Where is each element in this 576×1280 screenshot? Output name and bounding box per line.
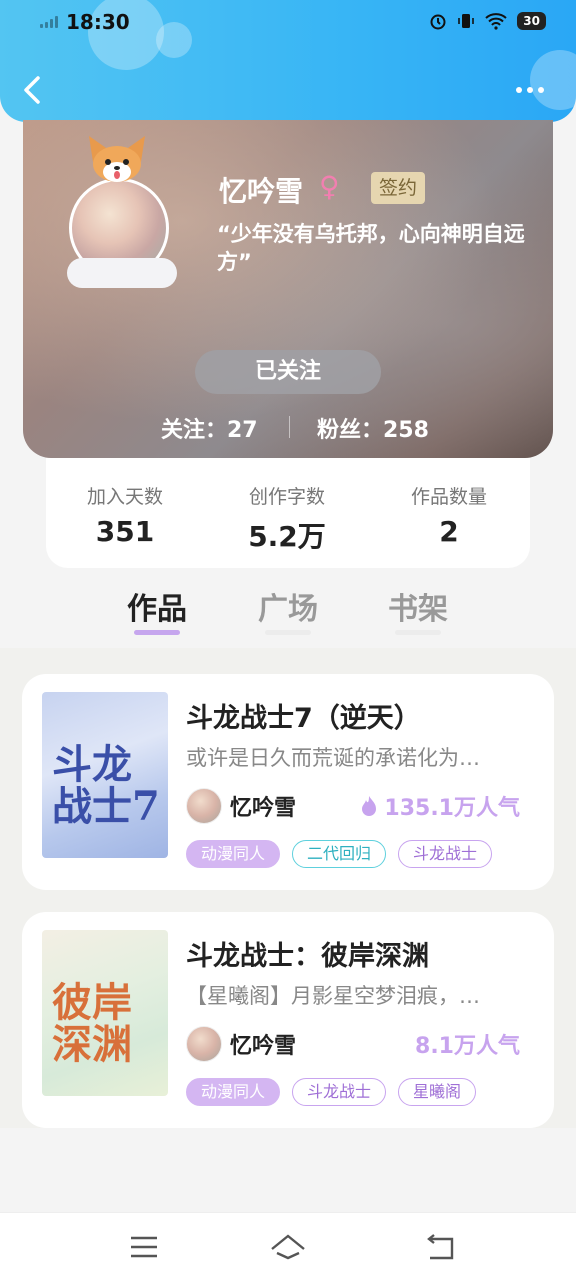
tag-list: 动漫同人 斗龙战士 星曦阁 [186,1078,477,1106]
tag-list: 动漫同人 二代回归 斗龙战士 [186,840,493,868]
tag[interactable]: 动漫同人 [186,840,281,868]
tab-indicator [265,630,311,635]
signed-badge: 签约 [371,172,426,204]
author-name: 忆吟雪 [230,1034,297,1059]
signal-icon [40,16,60,28]
tab-bookshelf[interactable]: 书架 [368,584,468,628]
battery-indicator: 30 [517,12,546,30]
stat-work-count: 作品数量 2 [374,482,524,548]
tag[interactable]: 斗龙战士 [398,840,493,868]
following-count[interactable]: 关注：27 [161,412,258,444]
status-time: 18:30 [66,10,130,34]
profile-username: 忆吟雪 [219,175,304,208]
vibrate-icon [458,14,475,28]
stat-join-days: 加入天数 351 [50,482,200,548]
female-icon: ♀ [319,170,340,203]
menu-button[interactable] [124,1229,164,1265]
home-icon [271,1234,305,1260]
tab-indicator [395,630,441,635]
profile-card: 忆吟雪 ♀ 签约 “少年没有乌托邦，心向神明自远方” 已关注 关注：27 粉丝：… [23,120,553,458]
work-card[interactable]: 斗龙战士7 斗龙战士7（逆天） 或许是日久而荒诞的承诺化为… 忆吟雪 135.1… [22,674,554,890]
back-button[interactable] [18,72,50,108]
stat-value: 5.2万 [248,520,326,553]
work-title: 斗龙战士：彼岸深渊 [186,941,429,972]
menu-icon [131,1236,157,1258]
author-avatar [186,788,222,824]
tab-square[interactable]: 广场 [238,584,338,628]
return-icon [427,1234,454,1260]
avatar[interactable] [63,130,193,290]
status-bar: 18:30 30 [0,0,576,44]
popularity-value: 135.1万人气 [384,796,520,821]
home-button[interactable] [268,1229,308,1265]
followed-button[interactable]: 已关注 [195,350,381,394]
tab-works[interactable]: 作品 [107,584,207,628]
popularity: 135.1万人气 [360,790,520,822]
tag[interactable]: 斗龙战士 [292,1078,387,1106]
work-title: 斗龙战士7（逆天） [186,703,421,734]
flame-icon [362,796,377,816]
tag[interactable]: 动漫同人 [186,1078,281,1106]
cloud-decoration [67,258,177,288]
alarm-icon [430,14,446,30]
cover-title: 斗龙战士7 [52,741,160,830]
chevron-left-icon [24,76,40,104]
author-avatar [186,1026,222,1062]
stat-label: 加入天数 [86,486,163,508]
author-name: 忆吟雪 [230,796,297,821]
stats-card: 加入天数 351 创作字数 5.2万 作品数量 2 [46,458,530,568]
cover-title: 彼岸深渊 [52,979,132,1068]
more-button[interactable] [516,80,552,100]
tag[interactable]: 星曦阁 [398,1078,477,1106]
divider [289,416,290,438]
top-header: 18:30 30 [0,0,576,122]
stat-value: 351 [95,515,155,548]
stat-value: 2 [439,515,459,548]
book-cover[interactable]: 彼岸深渊 [42,930,168,1096]
back-nav-button[interactable] [420,1229,460,1265]
more-dots-icon [516,87,522,93]
work-description: 或许是日久而荒诞的承诺化为… [186,746,480,770]
corgi-frame-icon [89,136,145,182]
work-description: 【星曦阁】月影星空梦泪痕，… [186,984,480,1008]
tab-indicator [134,630,180,635]
book-cover[interactable]: 斗龙战士7 [42,692,168,858]
profile-motto: “少年没有乌托邦，心向神明自远方” [217,222,525,274]
stat-label: 创作字数 [248,486,325,508]
tab-bar: 作品 广场 书架 [0,580,576,646]
popularity: 8.1万人气 [415,1028,520,1060]
fans-count[interactable]: 粉丝：258 [317,412,429,444]
tag[interactable]: 二代回归 [292,840,387,868]
stat-label: 作品数量 [410,486,487,508]
work-card[interactable]: 彼岸深渊 斗龙战士：彼岸深渊 【星曦阁】月影星空梦泪痕，… 忆吟雪 8.1万人气… [22,912,554,1128]
popularity-value: 8.1万人气 [415,1034,520,1059]
wifi-icon [485,13,507,30]
system-nav-bar [0,1212,576,1280]
stat-word-count: 创作字数 5.2万 [212,482,362,555]
